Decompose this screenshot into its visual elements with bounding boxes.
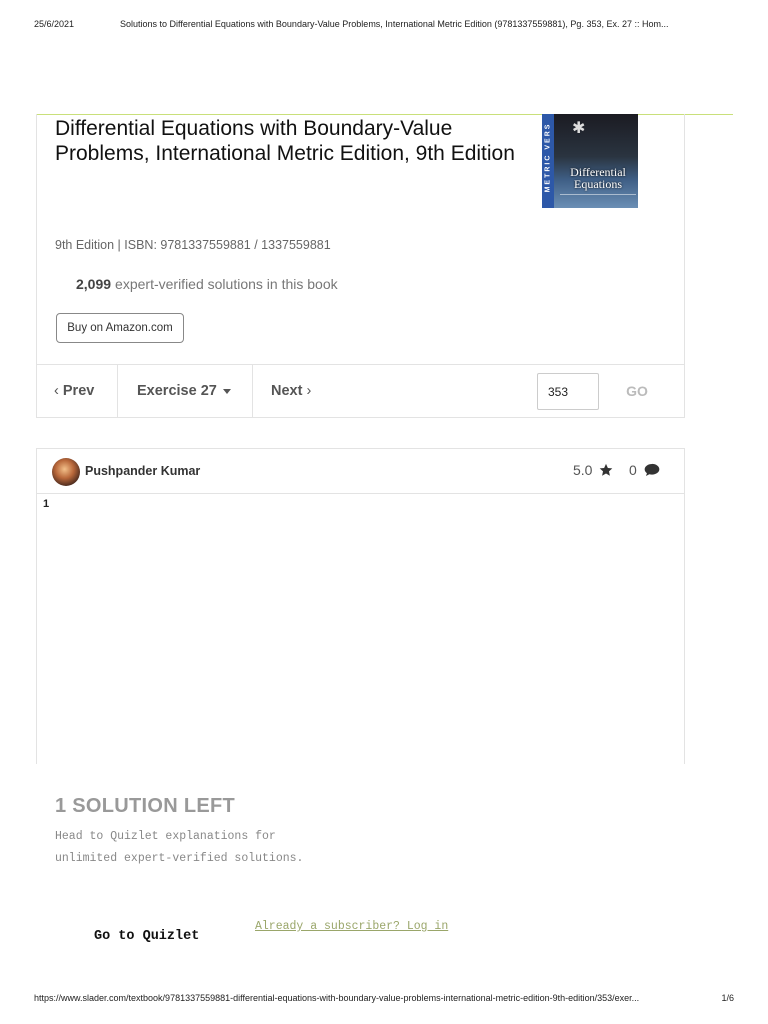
prev-button[interactable]: ‹ Prev xyxy=(54,365,94,418)
book-cover-image: METRIC VERS ✱ Differential Equations xyxy=(542,114,638,208)
solution-header: Pushpander Kumar 5.0 0 xyxy=(37,449,684,494)
solutions-count-label: expert-verified solutions in this book xyxy=(115,276,338,292)
nav-divider xyxy=(252,365,253,418)
isbn-line: 9th Edition | ISBN: 9781337559881 / 1337… xyxy=(55,238,331,252)
go-button[interactable]: GO xyxy=(609,373,665,410)
print-page-number: 1/6 xyxy=(721,993,734,1003)
exercise-dropdown[interactable]: Exercise 27 xyxy=(137,365,231,418)
book-card: Differential Equations with Boundary-Val… xyxy=(36,114,685,418)
caret-down-icon xyxy=(222,388,231,394)
star-icon xyxy=(600,463,613,476)
chevron-left-icon: ‹ xyxy=(54,383,59,399)
comment-icon xyxy=(644,463,660,476)
buy-on-amazon-button[interactable]: Buy on Amazon.com xyxy=(56,313,184,343)
solution-card: Pushpander Kumar 5.0 0 1 xyxy=(36,448,685,764)
solution-step-number: 1 xyxy=(43,498,50,510)
cover-title: Differential Equations xyxy=(570,165,626,191)
rating: 5.0 xyxy=(573,462,613,478)
subscriber-login-link[interactable]: Already a subscriber? Log in xyxy=(255,920,448,933)
print-page-title: Solutions to Differential Equations with… xyxy=(120,19,669,29)
exercise-label: Exercise 27 xyxy=(137,383,217,399)
page-number-input[interactable] xyxy=(537,373,599,410)
exercise-nav-bar: ‹ Prev Exercise 27 Next › GO xyxy=(37,364,685,418)
paywall-text-line: unlimited expert-verified solutions. xyxy=(55,852,304,865)
book-title: Differential Equations with Boundary-Val… xyxy=(55,117,515,165)
comments[interactable]: 0 xyxy=(629,462,660,478)
author-name[interactable]: Pushpander Kumar xyxy=(85,464,200,478)
avatar[interactable] xyxy=(52,458,80,486)
solutions-count-number: 2,099 xyxy=(76,276,112,292)
comment-count: 0 xyxy=(629,462,637,478)
paywall-text-line: Head to Quizlet explanations for xyxy=(55,830,276,843)
chevron-right-icon: › xyxy=(306,383,312,399)
space-station-icon: ✱ xyxy=(572,120,586,137)
print-date: 25/6/2021 xyxy=(34,19,75,29)
next-button[interactable]: Next › xyxy=(271,365,311,418)
prev-label: Prev xyxy=(62,383,95,399)
nav-divider xyxy=(117,365,118,418)
paywall-heading: 1 SOLUTION LEFT xyxy=(55,795,236,817)
next-label: Next xyxy=(271,383,303,399)
paywall-text: Head to Quizlet explanations for unlimit… xyxy=(55,826,355,870)
cover-spine-text: METRIC VERS xyxy=(544,122,552,193)
go-to-quizlet-link[interactable]: Go to Quizlet xyxy=(94,929,199,944)
cover-spine: METRIC VERS xyxy=(542,114,554,208)
print-url: https://www.slader.com/textbook/97813375… xyxy=(34,993,640,1003)
solutions-count: 2,099 expert-verified solutions in this b… xyxy=(76,276,338,292)
cover-subtitle-rule xyxy=(560,194,636,198)
rating-value: 5.0 xyxy=(573,462,593,478)
